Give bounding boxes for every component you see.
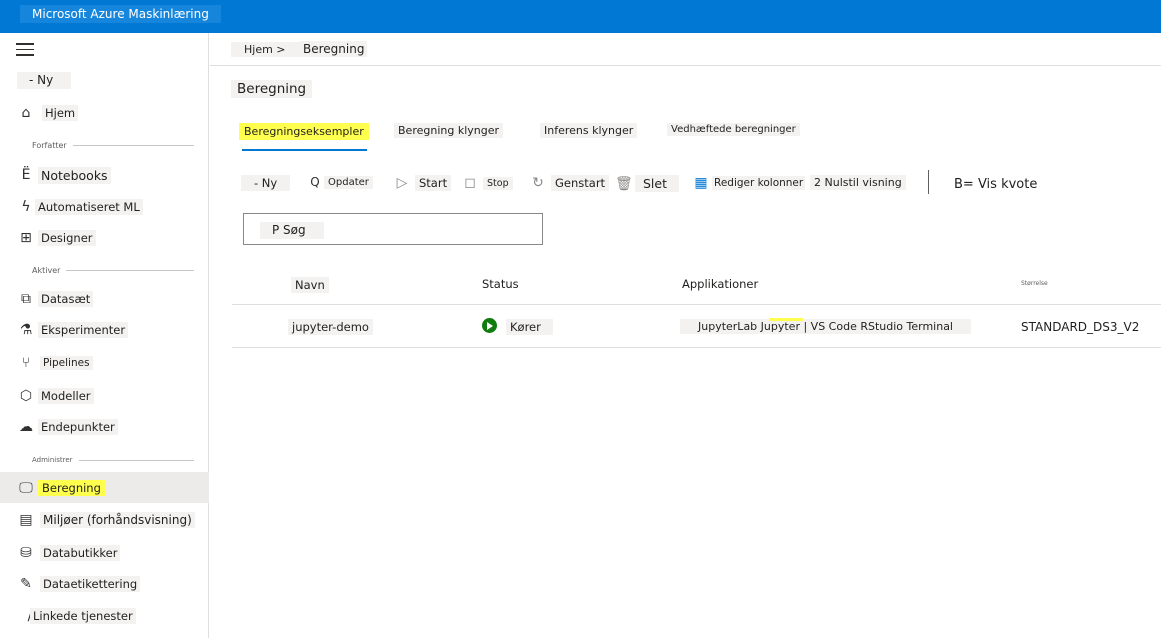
monitor-icon: 🖵 xyxy=(19,479,33,496)
tab-inference-clusters[interactable]: Inferens klynger xyxy=(540,123,638,138)
sidebar-item-automl[interactable]: ϟ Automatiseret ML xyxy=(0,193,209,221)
section-assets: Aktiver xyxy=(14,264,194,276)
breadcrumb-home[interactable]: Hjem > xyxy=(231,42,300,57)
view-quota-button[interactable]: B= Vis kvote xyxy=(954,176,1037,193)
compute-name-link[interactable]: jupyter-demo xyxy=(288,319,373,335)
top-bar: Microsoft Azure Maskinlæring xyxy=(0,0,1161,33)
stop-icon: ◻ xyxy=(464,175,476,191)
restart-button[interactable]: ↻ Genstart xyxy=(531,175,610,191)
pipeline-icon: ⑂ xyxy=(21,355,31,371)
flask-icon: ⚗ xyxy=(19,322,33,338)
endpoint-icon: ☁ xyxy=(19,419,33,435)
active-tab-indicator xyxy=(242,149,367,151)
sidebar-item-models[interactable]: ⬡ Modeller xyxy=(0,382,209,410)
sidebar-item-labeling[interactable]: ✎ Dataetikettering xyxy=(0,570,209,598)
table-header: Navn Status Applikationer Størrelse xyxy=(232,262,1161,305)
cube-icon: ⬡ xyxy=(19,388,33,404)
delete-button[interactable]: 🗑 Slet xyxy=(615,175,679,192)
edit-icon: ✎ xyxy=(20,576,32,592)
home-icon: ⌂ xyxy=(21,105,31,121)
highlight-mark xyxy=(769,318,803,321)
columns-icon: ▦ xyxy=(694,175,708,191)
tab-compute-instances[interactable]: Beregningseksempler xyxy=(239,123,369,140)
header-size[interactable]: Størrelse xyxy=(1021,280,1048,287)
database-icon: ⛁ xyxy=(20,545,32,561)
header-name[interactable]: Navn xyxy=(291,277,329,293)
sidebar: - Ny ⌂ Hjem Forfatter Ë Notebooks ϟ Auto… xyxy=(0,33,209,638)
designer-icon: ⊞ xyxy=(20,230,32,246)
sidebar-item-notebooks[interactable]: Ë Notebooks xyxy=(0,161,209,189)
header-applications[interactable]: Applikationer xyxy=(682,277,758,291)
tab-compute-clusters[interactable]: Beregning klynger xyxy=(394,123,504,138)
breadcrumb-current: Beregning xyxy=(300,41,368,57)
section-manage: Administrer xyxy=(14,454,194,466)
section-author: Forfatter xyxy=(14,139,194,151)
start-button[interactable]: ▷ Start xyxy=(395,175,452,191)
app-title[interactable]: Microsoft Azure Maskinlæring xyxy=(20,5,221,23)
trash-icon: 🗑 xyxy=(615,175,633,192)
sidebar-item-pipelines[interactable]: ⑂ Pipelines xyxy=(0,349,209,377)
reset-view-button[interactable]: 2 Nulstil visning xyxy=(810,175,906,190)
dataset-icon: ⧉ xyxy=(21,291,31,307)
environment-icon: ▤ xyxy=(19,512,33,528)
header-status[interactable]: Status xyxy=(482,277,519,291)
toolbar-separator xyxy=(928,170,929,194)
table-row[interactable]: jupyter-demo Kører JupyterLab Jupyter | … xyxy=(232,305,1161,348)
tab-attached-compute[interactable]: Vedhæftede beregninger xyxy=(667,123,800,136)
running-icon xyxy=(482,318,497,333)
sidebar-item-environments[interactable]: ▤ Miljøer (forhåndsvisning) xyxy=(0,506,209,534)
play-icon: ▷ xyxy=(396,175,408,191)
application-links[interactable]: JupyterLab Jupyter | VS Code RStudio Ter… xyxy=(680,319,971,334)
edit-columns-button[interactable]: ▦ Rediger kolonner xyxy=(694,175,806,191)
stop-button[interactable]: ◻ Stop xyxy=(463,175,513,191)
sidebar-item-datasets[interactable]: ⧉ Datasæt xyxy=(0,285,209,313)
new-button[interactable]: - Ny xyxy=(241,175,291,191)
search-input[interactable]: P Søg xyxy=(243,213,543,245)
restart-icon: ↻ xyxy=(532,175,544,191)
refresh-button[interactable]: Q Opdater xyxy=(308,175,373,189)
sidebar-new-button[interactable]: - Ny xyxy=(17,72,71,89)
page-title: Beregning xyxy=(231,80,313,98)
sidebar-item-designer[interactable]: ⊞ Designer xyxy=(0,224,209,252)
sidebar-item-linked-services[interactable]: / Linkede tjenester xyxy=(0,602,209,630)
sidebar-item-experiments[interactable]: ⚗ Eksperimenter xyxy=(0,316,209,344)
sidebar-item-endpoints[interactable]: ☁ Endepunkter xyxy=(0,413,209,441)
breadcrumb: Hjem > Beregning xyxy=(210,33,1161,66)
vm-size: STANDARD_DS3_V2 xyxy=(1021,320,1140,334)
search-label: P Søg xyxy=(260,222,324,239)
sidebar-item-home[interactable]: ⌂ Hjem xyxy=(0,99,209,127)
hamburger-menu-icon[interactable] xyxy=(16,43,34,57)
refresh-icon: Q xyxy=(310,175,320,189)
automl-icon: ϟ xyxy=(21,199,31,215)
status-text: Kører xyxy=(506,319,553,335)
sidebar-item-compute[interactable]: 🖵 Beregning xyxy=(0,472,209,503)
sidebar-item-datastores[interactable]: ⛁ Databutikker xyxy=(0,539,209,567)
notebook-icon: Ë xyxy=(21,167,31,183)
